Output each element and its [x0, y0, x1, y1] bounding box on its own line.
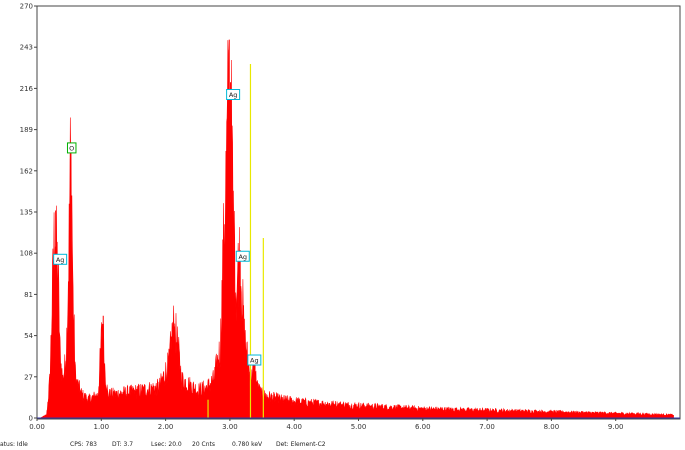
plot-area	[36, 5, 681, 420]
eds-spectrum-chart: 0 27 54 81 108 135 162 189 216 243 270 0.00 1.00 2.0…	[20, 3, 681, 431]
peak-label-text: Ag	[229, 91, 238, 99]
y-tick-label: 81	[24, 291, 33, 299]
lsec-readout: Lsec: 20.0	[151, 441, 182, 448]
peak-label-text: O	[69, 144, 74, 152]
cps-readout: CPS: 783	[70, 441, 97, 448]
status-bar: atus: Idle CPS: 783 DT: 3.7 Lsec: 20.0 2…	[0, 440, 685, 450]
x-tick-label: 4.00	[286, 423, 302, 431]
detector-readout: Det: Element-C2	[276, 441, 326, 448]
y-tick-label: 216	[20, 85, 34, 93]
y-tick-label: 108	[20, 250, 33, 258]
y-tick-label: 27	[24, 373, 33, 381]
y-tick-label: 162	[20, 167, 33, 175]
y-tick-label: 135	[20, 209, 33, 217]
x-tick-label: 2.00	[158, 423, 174, 431]
peak-label-text: Ag	[250, 357, 259, 365]
y-tick-label: 189	[20, 126, 33, 134]
dt-readout: DT: 3.7	[112, 441, 134, 448]
x-tick-label: 7.00	[479, 423, 495, 431]
peak-label: Ag	[226, 89, 241, 101]
x-tick-label: 1.00	[94, 423, 110, 431]
peak-label: Ag	[53, 253, 68, 265]
y-axis-ticks: 0 27 54 81 108 135 162 189 216 243 270	[20, 3, 37, 423]
x-tick-label: 8.00	[544, 423, 560, 431]
y-tick-label: 54	[24, 332, 33, 340]
x-tick-label: 0.00	[29, 423, 45, 431]
counts-readout: 20 Cnts	[192, 441, 216, 448]
x-axis-ticks: 0.00 1.00 2.00 3.00 4.00 5.00 6.00 7.00 8.00 9.00	[29, 418, 623, 431]
y-tick-label: 270	[20, 3, 33, 11]
peak-label-text: Ag	[56, 256, 65, 264]
peak-label-text: Ag	[238, 253, 247, 261]
y-tick-label: 0	[29, 415, 33, 423]
kev-readout: 0.780 keV	[232, 441, 263, 448]
status-text: atus: Idle	[0, 441, 28, 448]
peak-label: Ag	[235, 250, 250, 262]
x-tick-label: 9.00	[608, 423, 624, 431]
x-tick-label: 3.00	[222, 423, 238, 431]
x-tick-label: 6.00	[415, 423, 431, 431]
x-tick-label: 5.00	[351, 423, 367, 431]
y-tick-label: 243	[20, 44, 33, 52]
peak-label: Ag	[247, 354, 262, 366]
peak-label: O	[66, 142, 77, 154]
